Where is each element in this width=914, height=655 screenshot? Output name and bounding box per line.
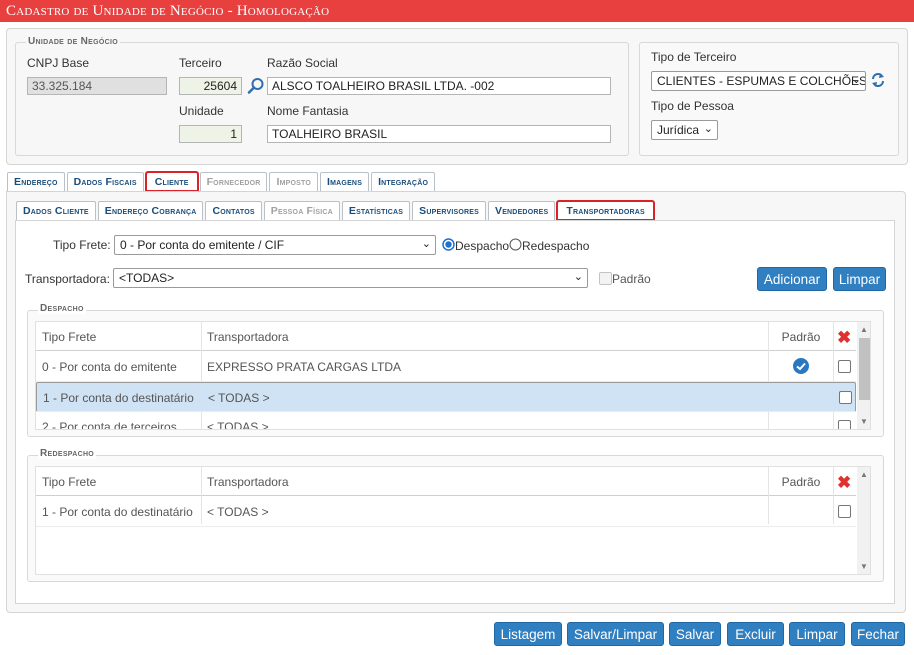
col-padrao: Padrão	[781, 330, 821, 344]
redespacho-scrollbar[interactable]: ▲ ▼	[857, 467, 870, 574]
row-transportadora: < TODAS >	[208, 391, 270, 405]
col-transportadora: Transportadora	[207, 330, 289, 344]
save-button[interactable]: Salvar	[669, 622, 721, 646]
transportadora-value: <TODAS>	[119, 271, 175, 285]
row-tipo-frete: 1 - Por conta do destinatário	[42, 505, 193, 519]
scroll-thumb[interactable]	[859, 338, 870, 400]
redespacho-legend: Redespacho	[38, 448, 97, 459]
tab-imagens[interactable]: Imagens	[320, 172, 370, 191]
tab-endereco[interactable]: Endereço	[7, 172, 65, 191]
search-icon[interactable]	[247, 77, 265, 95]
despacho-grid: Tipo Frete Transportadora Padrão ✖ 0 - P…	[35, 321, 871, 430]
row-tipo-frete: 2 - Por conta de terceiros	[42, 420, 177, 430]
save-clear-button[interactable]: Salvar/Limpar	[567, 622, 664, 646]
row-select-checkbox[interactable]	[838, 505, 851, 518]
col-transportadora: Transportadora	[207, 475, 289, 489]
table-row[interactable]: 0 - Por conta do emitente EXPRESSO PRATA…	[36, 352, 856, 382]
row-tipo-frete: 0 - Por conta do emitente	[42, 360, 177, 374]
despacho-scrollbar[interactable]: ▲ ▼	[857, 322, 870, 429]
terceiro-field[interactable]: 25604	[179, 77, 242, 95]
tab-dados-cliente[interactable]: Dados Cliente	[16, 201, 96, 220]
row-transportadora: EXPRESSO PRATA CARGAS LTDA	[207, 360, 402, 374]
row-select-checkbox[interactable]	[838, 360, 851, 373]
razao-field[interactable]: ALSCO TOALHEIRO BRASIL LTDA. -002	[267, 77, 611, 95]
clear-filter-button[interactable]: Limpar	[833, 267, 886, 291]
tab-fornecedor[interactable]: Fornecedor	[199, 172, 268, 191]
tipo-pessoa-label: Tipo de Pessoa	[651, 99, 734, 113]
padrao-check-icon	[793, 358, 809, 374]
fantasia-label: Nome Fantasia	[267, 104, 349, 118]
sub-tabs: Dados Cliente Endereço Cobrança Contatos…	[16, 200, 656, 221]
col-tipo-frete: Tipo Frete	[42, 475, 97, 489]
scroll-down-icon[interactable]: ▼	[860, 562, 868, 571]
redespacho-grid-header: Tipo Frete Transportadora Padrão ✖	[36, 467, 856, 496]
transportadora-select[interactable]: <TODAS> ⌄	[113, 268, 588, 288]
col-tipo-frete: Tipo Frete	[42, 330, 97, 344]
tab-estatisticas[interactable]: Estatísticas	[341, 201, 411, 220]
tipo-terceiro-value: CLIENTES - ESPUMAS E COLCHÕES	[657, 74, 866, 88]
row-transportadora: < TODAS >	[207, 420, 269, 430]
chevron-down-icon: ⌄	[703, 123, 713, 135]
redespacho-radio[interactable]	[509, 238, 522, 251]
delete-all-icon[interactable]: ✖	[837, 474, 851, 491]
despacho-legend: Despacho	[38, 303, 86, 314]
despacho-grid-header: Tipo Frete Transportadora Padrão ✖	[36, 322, 856, 351]
tab-supervisores[interactable]: Supervisores	[412, 201, 486, 220]
despacho-radio[interactable]	[442, 238, 455, 251]
padrao-checkbox[interactable]	[599, 272, 612, 285]
unidade-legend: Unidade de Negócio	[26, 36, 120, 47]
tab-contatos[interactable]: Contatos	[205, 201, 262, 220]
main-tabs: Endereço Dados Fiscais Cliente Fornecedo…	[7, 171, 437, 192]
tab-imposto[interactable]: Imposto	[269, 172, 319, 191]
table-row[interactable]: 1 - Por conta do destinatário < TODAS >	[36, 497, 856, 527]
scroll-down-icon[interactable]: ▼	[860, 417, 868, 426]
add-button[interactable]: Adicionar	[757, 267, 827, 291]
tab-integracao[interactable]: Integração	[371, 172, 436, 191]
tab-pessoa-fisica[interactable]: Pessoa Física	[263, 201, 340, 220]
tipo-terceiro-select[interactable]: CLIENTES - ESPUMAS E COLCHÕES ⌄	[651, 71, 866, 91]
scroll-up-icon[interactable]: ▲	[860, 470, 868, 479]
delete-button[interactable]: Excluir	[727, 622, 784, 646]
delete-all-icon[interactable]: ✖	[837, 329, 851, 346]
unidade-field[interactable]: 1	[179, 125, 242, 143]
row-tipo-frete: 1 - Por conta do destinatário	[43, 391, 194, 405]
listagem-button[interactable]: Listagem	[494, 622, 562, 646]
page-title: Cadastro de Unidade de Negócio - Homolog…	[0, 0, 914, 22]
tab-cliente[interactable]: Cliente	[144, 171, 199, 192]
chevron-down-icon: ⌄	[851, 74, 861, 86]
razao-label: Razão Social	[267, 56, 338, 70]
close-button[interactable]: Fechar	[851, 622, 905, 646]
row-transportadora: < TODAS >	[207, 505, 269, 519]
tab-dados-fiscais[interactable]: Dados Fiscais	[66, 172, 144, 191]
tipo-frete-select[interactable]: 0 - Por conta do emitente / CIF ⌄	[114, 235, 436, 255]
chevron-down-icon: ⌄	[421, 238, 431, 250]
fantasia-field[interactable]: TOALHEIRO BRASIL	[267, 125, 611, 143]
row-select-checkbox[interactable]	[838, 420, 851, 429]
redespacho-grid: Tipo Frete Transportadora Padrão ✖ 1 - P…	[35, 466, 871, 575]
tipo-frete-label: Tipo Frete:	[53, 238, 111, 252]
row-select-checkbox[interactable]	[839, 391, 852, 404]
cnpj-field[interactable]: 33.325.184	[27, 77, 167, 95]
padrao-label: Padrão	[612, 272, 651, 286]
tipo-pessoa-value: Jurídica	[657, 123, 700, 137]
col-padrao: Padrão	[781, 475, 821, 489]
tipo-pessoa-select[interactable]: Jurídica ⌄	[651, 120, 718, 140]
table-row[interactable]: 1 - Por conta do destinatário < TODAS >	[36, 382, 856, 412]
refresh-icon[interactable]	[871, 72, 885, 88]
chevron-down-icon: ⌄	[573, 271, 583, 283]
tipo-frete-value: 0 - Por conta do emitente / CIF	[120, 238, 285, 252]
tipo-terceiro-label: Tipo de Terceiro	[651, 50, 737, 64]
redespacho-radio-label: Redespacho	[522, 239, 590, 253]
transportadora-label: Transportadora:	[25, 272, 110, 286]
table-row[interactable]: 2 - Por conta de terceiros < TODAS >	[36, 412, 856, 430]
tab-endereco-cobranca[interactable]: Endereço Cobrança	[97, 201, 204, 220]
tab-vendedores[interactable]: Vendedores	[487, 201, 556, 220]
scroll-up-icon[interactable]: ▲	[860, 325, 868, 334]
despacho-radio-label: Despacho	[455, 239, 510, 253]
cnpj-label: CNPJ Base	[27, 56, 90, 70]
clear-button[interactable]: Limpar	[789, 622, 845, 646]
terceiro-label: Terceiro	[179, 56, 222, 70]
unidade-label: Unidade	[179, 104, 224, 118]
tab-transportadoras[interactable]: Transportadoras	[556, 200, 655, 221]
